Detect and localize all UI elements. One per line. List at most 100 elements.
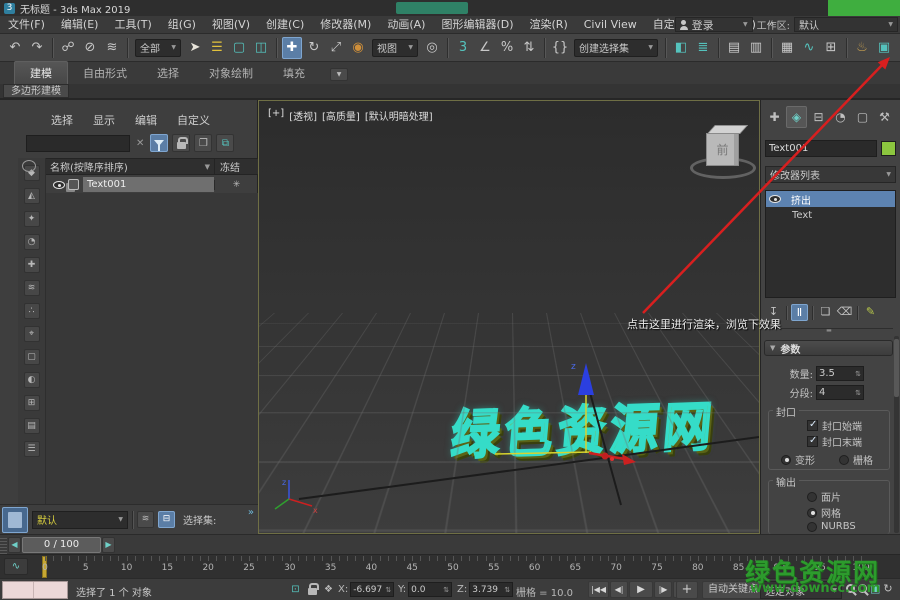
nurbs-radio[interactable] bbox=[807, 522, 817, 532]
sign-in-button[interactable]: 登录 ▼ bbox=[675, 17, 753, 32]
viewport-label-segment[interactable]: [+] bbox=[268, 108, 284, 123]
parameters-rollout-header[interactable]: ▼ 参数 bbox=[764, 340, 893, 356]
viewport-label-segment[interactable]: [透视] bbox=[289, 108, 317, 123]
schematic-view-icon[interactable]: ⊞ bbox=[821, 37, 841, 59]
orbit-icon[interactable]: ↻ bbox=[883, 582, 892, 595]
cap-end-checkbox[interactable] bbox=[807, 436, 818, 447]
tab-选择[interactable]: 选择 bbox=[142, 62, 194, 84]
display-tab-icon[interactable]: ▢ bbox=[852, 106, 873, 128]
previous-frame-arrow[interactable]: ◀ bbox=[8, 537, 21, 553]
display-xref-icon[interactable]: ⊞ bbox=[24, 395, 40, 411]
spinner-icon[interactable]: ⇅ bbox=[855, 370, 861, 378]
menu-item[interactable]: Civil View bbox=[576, 16, 645, 33]
next-frame-button[interactable]: |▶ bbox=[654, 581, 672, 598]
select-by-name-icon[interactable]: ☰ bbox=[207, 37, 227, 59]
select-object-icon[interactable]: ➤ bbox=[185, 37, 205, 59]
remove-modifier-icon[interactable]: ⌫ bbox=[836, 304, 853, 321]
select-and-scale-icon[interactable]: ⤢ bbox=[326, 37, 346, 59]
display-all-icon[interactable]: ☰ bbox=[24, 441, 40, 457]
slider-grip[interactable] bbox=[0, 536, 7, 554]
layers-stack-icon[interactable]: ≋ bbox=[137, 511, 154, 528]
cap-start-checkbox[interactable] bbox=[807, 420, 818, 431]
workspace-dropdown[interactable]: 默认 ▼ bbox=[794, 17, 898, 32]
use-pivot-center-icon[interactable]: ◎ bbox=[422, 37, 442, 59]
explorer-menu-item[interactable]: 显示 bbox=[84, 112, 124, 128]
tab-polygon-modeling[interactable]: 多边形建模 bbox=[3, 84, 69, 98]
freeze-toggle-cell[interactable]: ✳ bbox=[214, 180, 258, 190]
modifier-stack-row[interactable]: 挤出 bbox=[766, 191, 895, 207]
next-frame-arrow[interactable]: ▶ bbox=[102, 537, 115, 553]
menu-item[interactable]: 动画(A) bbox=[379, 16, 433, 33]
explorer-menu-item[interactable]: 自定义 bbox=[168, 112, 219, 128]
z-coordinate-field[interactable]: 3.739⇅ bbox=[469, 582, 513, 597]
panel-scrollbar[interactable] bbox=[894, 336, 899, 533]
explorer-menu-item[interactable]: 选择 bbox=[42, 112, 82, 128]
percent-snap-icon[interactable]: % bbox=[497, 37, 517, 59]
explorer-search-input[interactable] bbox=[26, 135, 130, 152]
modifier-list-dropdown[interactable]: 修改器列表 ▼ bbox=[765, 166, 896, 183]
explorer-mode-button[interactable] bbox=[2, 507, 28, 533]
y-coordinate-field[interactable]: 0.0⇅ bbox=[408, 582, 452, 597]
utilities-tab-icon[interactable]: ⚒ bbox=[874, 106, 895, 128]
grid-radio[interactable] bbox=[839, 455, 849, 465]
menu-item[interactable]: 创建(C) bbox=[258, 16, 312, 33]
create-tab-icon[interactable]: ✚ bbox=[764, 106, 785, 128]
viewcube-front-face[interactable]: 前 bbox=[706, 133, 739, 166]
menu-item[interactable]: 图形编辑器(D) bbox=[433, 16, 521, 33]
set-key-button[interactable]: + bbox=[676, 581, 698, 599]
configure-modifier-sets-icon[interactable]: ✎ bbox=[862, 304, 879, 321]
tab-对象绘制[interactable]: 对象绘制 bbox=[194, 62, 268, 84]
undo-icon[interactable]: ↶ bbox=[5, 37, 25, 59]
display-spacewarps-icon[interactable]: ≋ bbox=[24, 280, 40, 296]
display-cameras-icon[interactable]: ◔ bbox=[24, 234, 40, 250]
object-name-cell[interactable]: Text001 bbox=[83, 177, 214, 192]
menu-item[interactable]: 渲染(R) bbox=[522, 16, 576, 33]
tab-建模[interactable]: 建模 bbox=[14, 61, 68, 84]
display-groups-icon[interactable]: ▤ bbox=[24, 418, 40, 434]
show-end-result-icon[interactable]: Ⅱ bbox=[791, 304, 808, 321]
clear-search-icon[interactable]: ✕ bbox=[134, 138, 146, 149]
x-coordinate-field[interactable]: -6.697⇅ bbox=[350, 582, 394, 597]
curve-editor-icon[interactable]: ∿ bbox=[799, 37, 819, 59]
menu-item[interactable]: 修改器(M) bbox=[312, 16, 379, 33]
play-button[interactable]: ▶ bbox=[629, 581, 653, 598]
amount-field[interactable]: 3.5 ⇅ bbox=[816, 366, 864, 381]
angle-snap-icon[interactable]: ∠ bbox=[475, 37, 495, 59]
motion-tab-icon[interactable]: ◔ bbox=[830, 106, 851, 128]
segments-field[interactable]: 4 ⇅ bbox=[816, 385, 864, 400]
object-color-swatch[interactable] bbox=[881, 141, 896, 156]
hierarchy-view-icon[interactable]: ⊟ bbox=[158, 511, 175, 528]
rollout-divider[interactable]: ▬ bbox=[765, 328, 893, 333]
sync-selection-icon[interactable]: ⧉ bbox=[216, 134, 234, 152]
menu-item[interactable]: 组(G) bbox=[160, 16, 204, 33]
display-containers-icon[interactable]: ▢ bbox=[24, 349, 40, 365]
render-setup-icon[interactable]: ♨ bbox=[852, 37, 872, 59]
ribbon-config-dropdown-icon[interactable]: ▼ bbox=[330, 68, 348, 81]
ribbon-toggle-icon[interactable]: ▦ bbox=[777, 37, 797, 59]
make-unique-icon[interactable]: ❏ bbox=[817, 304, 834, 321]
scene-explorer-toggle-icon[interactable]: ▥ bbox=[746, 37, 766, 59]
align-icon[interactable]: ≣ bbox=[693, 37, 713, 59]
go-to-start-button[interactable]: |◀◀ bbox=[588, 581, 609, 598]
display-particles-icon[interactable]: ∴ bbox=[24, 303, 40, 319]
table-row[interactable]: Text001 ✳ bbox=[46, 176, 258, 193]
rendered-frame-window-icon[interactable]: ▣ bbox=[874, 37, 894, 59]
viewcube[interactable]: 前 bbox=[683, 119, 760, 187]
select-and-place-icon[interactable]: ◉ bbox=[348, 37, 368, 59]
tab-自由形式[interactable]: 自由形式 bbox=[68, 62, 142, 84]
lock-explorer-icon[interactable] bbox=[172, 134, 190, 152]
select-link-icon[interactable]: ☍ bbox=[58, 37, 78, 59]
frame-display[interactable]: 0 / 100 bbox=[22, 537, 101, 553]
named-selection-dropdown[interactable]: 创建选择集▼ bbox=[574, 39, 658, 57]
explorer-preset-dropdown[interactable]: 默认 ▼ bbox=[32, 511, 128, 529]
mesh-radio[interactable] bbox=[807, 508, 817, 518]
extruded-text-object[interactable]: 绿色资源网 bbox=[449, 383, 721, 470]
menu-item[interactable]: 编辑(E) bbox=[53, 16, 107, 33]
display-helpers-icon[interactable]: ✚ bbox=[24, 257, 40, 273]
patch-radio[interactable] bbox=[807, 492, 817, 502]
display-shapes-icon[interactable]: ◭ bbox=[24, 188, 40, 204]
filter-icon[interactable] bbox=[150, 134, 168, 152]
spinner-icon[interactable]: ⇅ bbox=[855, 389, 861, 397]
selection-filter-dropdown[interactable]: 全部▼ bbox=[135, 39, 181, 57]
explorer-list-area[interactable] bbox=[46, 193, 258, 504]
